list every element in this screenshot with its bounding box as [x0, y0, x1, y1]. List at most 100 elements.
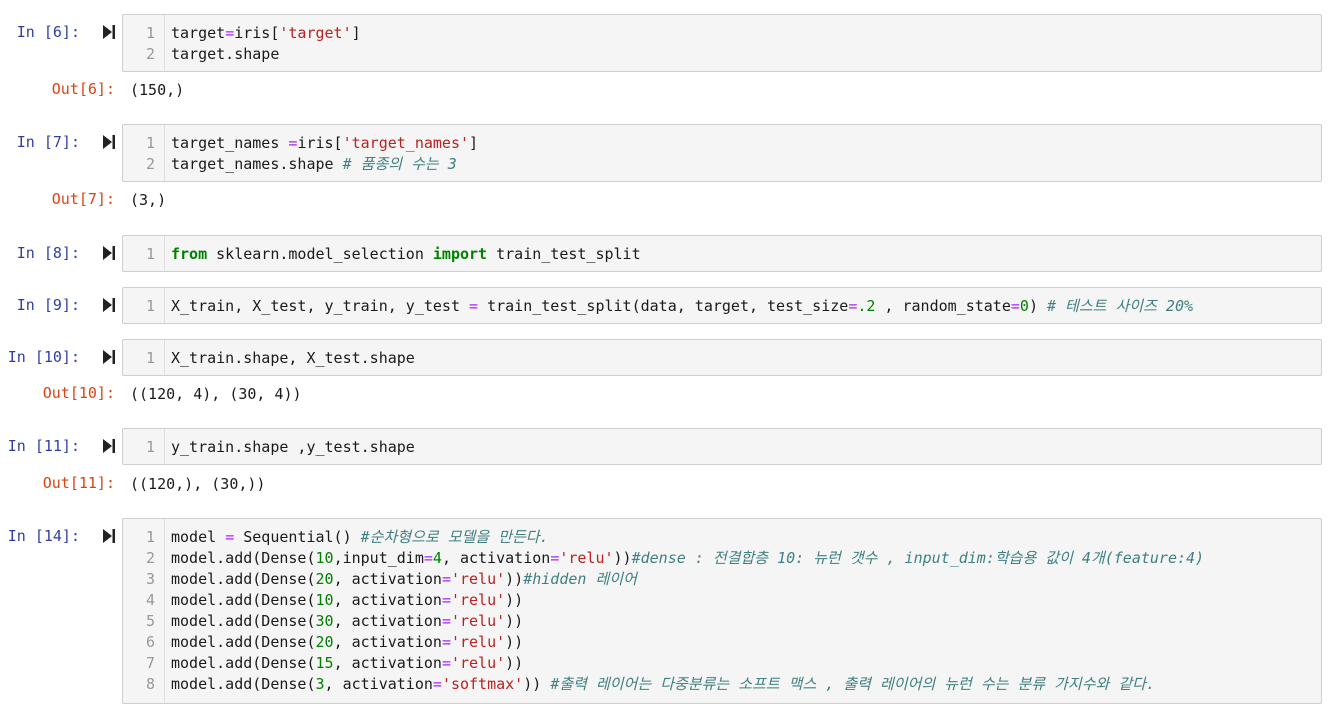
- line-number: 6: [145, 633, 155, 651]
- run-cell-icon[interactable]: [102, 438, 116, 454]
- code-token: from: [171, 245, 208, 263]
- code-token: 0: [1019, 297, 1029, 315]
- code-editor[interactable]: 1 model = Sequential() #순차형으로 모델을 만든다. 2 mo…: [122, 518, 1322, 704]
- code-token: .2: [857, 297, 876, 315]
- cell-output: (150,): [130, 81, 185, 99]
- cell-output: ((120,), (30,)): [130, 475, 266, 493]
- code-token: 'softmax': [441, 675, 524, 693]
- code-line: 2 target_names.shape # 품종의 수는 3: [123, 154, 1321, 175]
- code-line: 3 model.add(Dense(20, activation='relu'))…: [123, 569, 1321, 590]
- code-token: 'target': [279, 24, 352, 42]
- input-prompt: In [6]:: [16, 23, 80, 41]
- code-line: 2 target.shape: [123, 44, 1321, 65]
- line-number: 4: [145, 591, 155, 609]
- output-prompt: Out[11]:: [42, 474, 115, 492]
- code-line: 1 X_train, X_test, y_train, y_test = trai…: [123, 296, 1321, 317]
- code-token: )): [505, 633, 524, 651]
- code-line: 7 model.add(Dense(15, activation='relu')): [123, 653, 1321, 674]
- code-token: =: [432, 675, 442, 693]
- code-editor[interactable]: 1 from sklearn.model_selection import tra…: [122, 235, 1322, 272]
- run-cell-icon[interactable]: [102, 245, 116, 261]
- code-token: )): [505, 570, 524, 588]
- code-token: Sequential(): [234, 528, 361, 546]
- input-prompt: In [10]:: [7, 348, 80, 366]
- code-token: =: [1010, 297, 1020, 315]
- code-token: model.add(Dense(: [171, 591, 316, 609]
- code-token: 'relu': [450, 570, 506, 588]
- code-text: X_train, X_test, y_train, y_test = train…: [171, 296, 1193, 317]
- code-token: =: [441, 570, 451, 588]
- code-token: =: [441, 654, 451, 672]
- code-editor[interactable]: 1 X_train.shape, X_test.shape: [122, 339, 1322, 376]
- code-line: 4 model.add(Dense(10, activation='relu')): [123, 590, 1321, 611]
- code-token: #순차형으로 모델을 만든다.: [360, 528, 549, 546]
- line-number: 5: [145, 612, 155, 630]
- code-text: from sklearn.model_selection import trai…: [171, 244, 641, 265]
- code-token: =: [550, 549, 560, 567]
- code-token: ,input_dim: [333, 549, 424, 567]
- code-token: ): [1028, 297, 1047, 315]
- code-token: 'relu': [450, 591, 506, 609]
- code-text: target_names =iris['target_names']: [171, 133, 478, 154]
- code-token: )): [523, 675, 551, 693]
- code-token: 15: [315, 654, 334, 672]
- code-text: y_train.shape ,y_test.shape: [171, 437, 415, 458]
- run-cell-icon[interactable]: [102, 134, 116, 150]
- line-number: 2: [145, 155, 155, 173]
- code-token: 30: [315, 612, 334, 630]
- code-token: ]: [351, 24, 361, 42]
- code-token: import: [432, 245, 488, 263]
- run-cell-icon[interactable]: [102, 349, 116, 365]
- code-token: #dense : 전결합층 10: 뉴런 갯수 , input_dim:학습용 …: [631, 549, 1205, 567]
- code-token: , activation: [333, 654, 442, 672]
- code-token: 20: [315, 570, 334, 588]
- code-line: 8 model.add(Dense(3, activation='softmax'…: [123, 674, 1321, 695]
- code-token: , activation: [441, 549, 551, 567]
- input-prompt: In [8]:: [16, 244, 80, 262]
- code-text: model.add(Dense(30, activation='relu')): [171, 611, 523, 632]
- code-text: target_names.shape # 품종의 수는 3: [171, 154, 457, 175]
- code-token: )): [505, 612, 524, 630]
- line-number: 1: [145, 349, 155, 367]
- code-token: 'relu': [450, 654, 506, 672]
- code-token: 4: [432, 549, 442, 567]
- input-prompt: In [7]:: [16, 133, 80, 151]
- code-token: 'target_names': [342, 134, 470, 152]
- line-number: 1: [145, 134, 155, 152]
- code-token: # 테스트 사이즈 20%: [1047, 297, 1194, 315]
- line-number: 8: [145, 675, 155, 693]
- code-token: target.shape: [171, 45, 280, 63]
- code-token: model.add(Dense(: [171, 633, 316, 651]
- code-token: X_train, X_test, y_train, y_test: [171, 297, 470, 315]
- code-editor[interactable]: 1 target=iris['target'] 2 target.shape: [122, 14, 1322, 72]
- code-token: model.add(Dense(: [171, 654, 316, 672]
- code-editor[interactable]: 1 target_names =iris['target_names'] 2 targ…: [122, 124, 1322, 182]
- code-token: , activation: [333, 612, 442, 630]
- code-token: , activation: [333, 633, 442, 651]
- code-token: target_names: [171, 134, 289, 152]
- code-editor[interactable]: 1 X_train, X_test, y_train, y_test = trai…: [122, 287, 1322, 324]
- cell-output: ((120, 4), (30, 4)): [130, 385, 302, 403]
- line-number: 2: [145, 45, 155, 63]
- input-prompt: In [9]:: [16, 296, 80, 314]
- output-prompt: Out[6]:: [51, 80, 115, 98]
- code-token: model.add(Dense(: [171, 549, 316, 567]
- run-cell-icon[interactable]: [102, 24, 116, 40]
- code-token: model: [171, 528, 226, 546]
- run-cell-icon[interactable]: [102, 297, 116, 313]
- code-token: model.add(Dense(: [171, 675, 316, 693]
- code-text: model.add(Dense(20, activation='relu'))#…: [171, 569, 637, 590]
- run-cell-icon[interactable]: [102, 528, 116, 544]
- code-token: =: [848, 297, 858, 315]
- code-text: target=iris['target']: [171, 23, 361, 44]
- code-token: =: [441, 612, 451, 630]
- code-line: 1 y_train.shape ,y_test.shape: [123, 437, 1321, 458]
- output-prompt: Out[10]:: [42, 384, 115, 402]
- code-token: sklearn.model_selection: [207, 245, 433, 263]
- code-editor[interactable]: 1 y_train.shape ,y_test.shape: [122, 428, 1322, 465]
- line-number: 3: [145, 570, 155, 588]
- line-number: 1: [145, 438, 155, 456]
- input-prompt: In [14]:: [7, 527, 80, 545]
- code-token: # 품종의 수는 3: [342, 155, 457, 173]
- code-token: 3: [315, 675, 325, 693]
